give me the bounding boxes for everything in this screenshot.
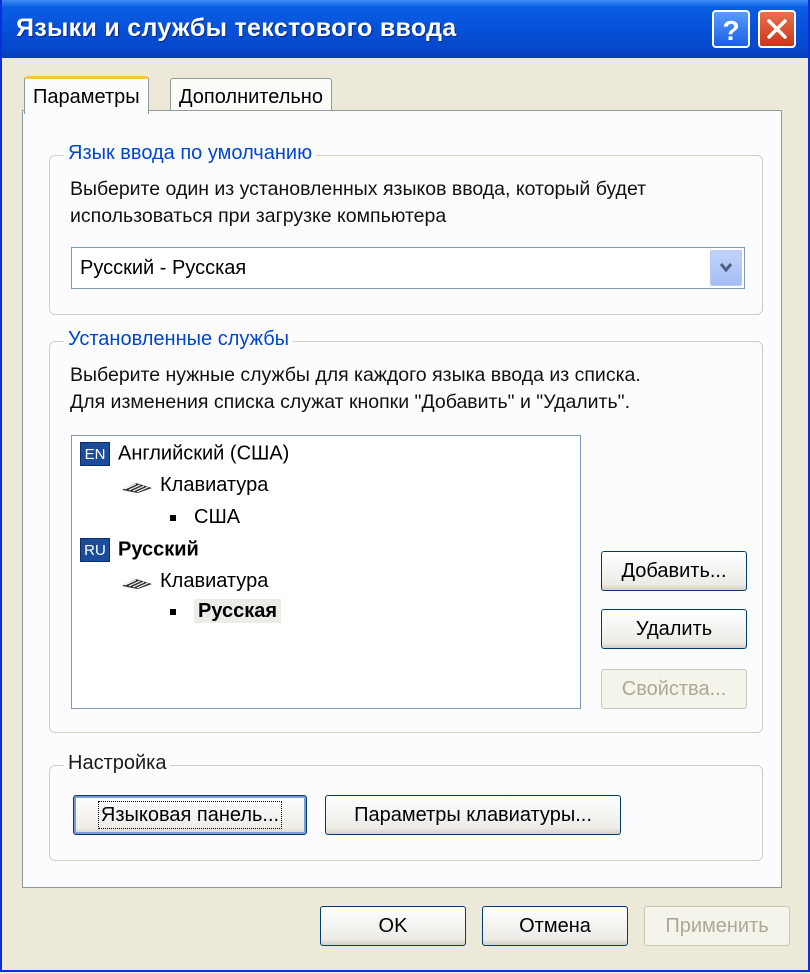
close-button[interactable] — [758, 10, 796, 48]
flag-ru-icon: RU — [80, 538, 110, 562]
dialog-window: Языки и службы текстового ввода ? Параме… — [0, 0, 810, 972]
tree-label: Клавиатура — [160, 474, 269, 496]
tab-advanced[interactable]: Дополнительно — [170, 78, 332, 114]
description-line: использоваться при загрузке компьютера — [70, 205, 447, 227]
services-tree[interactable]: EN Английский (США) Клавиатура США RU Русс… — [71, 435, 581, 709]
tree-item-english[interactable]: EN Английский (США) — [80, 442, 289, 466]
tab-panel: Язык ввода по умолчанию Выберите один из… — [22, 110, 782, 888]
properties-button[interactable]: Свойства... — [601, 669, 747, 709]
keyboard-settings-button[interactable]: Параметры клавиатуры... — [325, 795, 621, 835]
selected-language: Русский - Русская — [80, 257, 247, 279]
group-legend: Язык ввода по умолчанию — [64, 142, 317, 165]
remove-button[interactable]: Удалить — [601, 609, 747, 649]
ok-button[interactable]: OK — [320, 906, 466, 946]
default-language-group: Язык ввода по умолчанию Выберите один из… — [49, 142, 763, 315]
tree-item-russian[interactable]: RU Русский — [80, 538, 199, 562]
tree-item-en-keyboard[interactable]: Клавиатура — [120, 474, 268, 497]
button-label: Применить — [665, 915, 769, 937]
tree-item-ru-keyboard[interactable]: Клавиатура — [120, 570, 268, 593]
tree-label: Английский (США) — [118, 442, 290, 465]
bullet-icon — [170, 608, 176, 615]
flag-en-icon: EN — [80, 442, 110, 466]
default-language-select[interactable]: Русский - Русская — [71, 247, 745, 289]
window-title: Языки и службы текстового ввода — [16, 14, 457, 42]
group-legend: Настройка — [64, 752, 171, 775]
tab-label: Параметры — [33, 86, 140, 108]
button-label: Добавить... — [621, 560, 727, 582]
chevron-down-icon — [719, 263, 733, 273]
description-line: Выберите нужные службы для каждого языка… — [70, 364, 641, 386]
close-icon — [767, 19, 787, 39]
add-button[interactable]: Добавить... — [601, 551, 747, 591]
tree-label: Клавиатура — [160, 570, 269, 592]
cancel-button[interactable]: Отмена — [482, 906, 628, 946]
description-line: Для изменения списка служат кнопки "Доба… — [70, 391, 630, 413]
tab-parameters[interactable]: Параметры — [24, 76, 149, 114]
button-label: OK — [378, 915, 408, 937]
tree-label: Русский — [118, 538, 199, 561]
tree-item-en-layout[interactable]: США — [170, 506, 240, 529]
button-label: Параметры клавиатуры... — [354, 804, 592, 826]
tree-label-selected: Русская — [194, 599, 282, 623]
button-label: Языковая панель... — [97, 801, 283, 829]
dropdown-button[interactable] — [710, 250, 742, 286]
button-label: Удалить — [635, 618, 713, 640]
button-label: Отмена — [519, 915, 591, 937]
apply-button[interactable]: Применить — [644, 906, 790, 946]
button-label: Свойства... — [621, 678, 727, 700]
tab-label: Дополнительно — [179, 86, 323, 108]
keyboard-icon — [122, 578, 152, 589]
group-legend: Установленные службы — [64, 328, 294, 351]
default-language-description: Выберите один из установленных языков вв… — [70, 176, 646, 230]
title-bar[interactable]: Языки и службы текстового ввода ? — [2, 0, 808, 58]
tree-item-ru-layout[interactable]: Русская — [170, 599, 282, 623]
bullet-icon — [170, 514, 176, 521]
services-description: Выберите нужные службы для каждого языка… — [70, 362, 641, 416]
language-bar-button[interactable]: Языковая панель... — [73, 795, 307, 835]
help-button[interactable]: ? — [712, 10, 750, 48]
description-line: Выберите один из установленных языков вв… — [70, 178, 647, 200]
keyboard-icon — [122, 482, 152, 493]
tree-label: США — [194, 506, 241, 528]
